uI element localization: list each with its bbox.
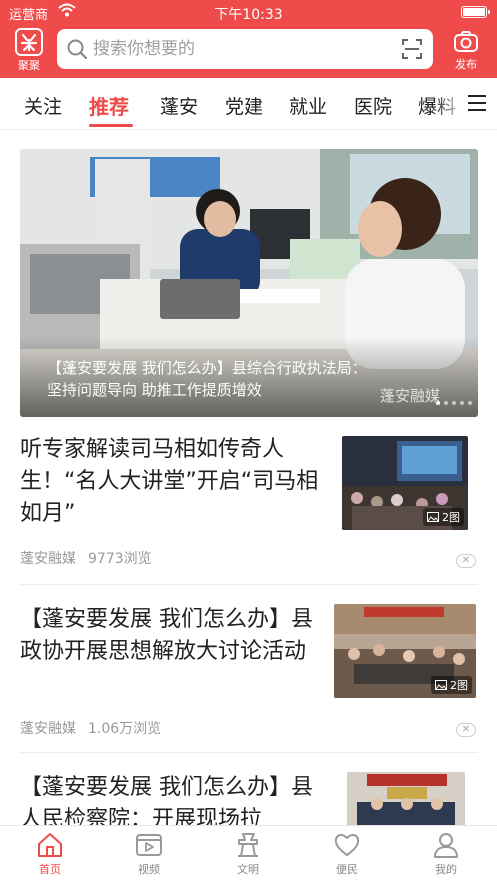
carousel-dot [444,401,448,405]
carousel-dot [452,401,456,405]
image-count: 2图 [450,679,468,692]
divider [20,752,478,753]
status-time: 下午10:33 [214,7,283,23]
category-tabs: 关注 推荐 蓬安 党建 就业 医院 爆料 [0,78,497,130]
hero-caption: 【蓬安要发展 我们怎么办】县综合行政执法局：坚持问题导向 助推工作提质增效 [47,359,367,399]
article-meta: 蓬安融媒 1.06万浏览 [20,718,161,738]
status-bar: 运营商 下午10:33 [0,0,497,24]
article-meta: 蓬安融媒 9773浏览 [20,548,152,568]
civilization-icon [238,833,258,857]
heart-icon [334,834,360,856]
dismiss-button[interactable]: ✕ [456,723,476,737]
video-icon [136,834,162,856]
article-thumbnail: 2图 [334,604,476,698]
nav-mine-label: 我的 [435,863,457,876]
nav-home[interactable]: 首页 [20,832,80,877]
nav-civilization[interactable]: 文明 [218,832,278,877]
camera-icon [454,31,478,52]
nav-mine[interactable]: 我的 [416,832,476,877]
nav-video[interactable]: 视频 [119,832,179,877]
nav-video-label: 视频 [138,863,160,876]
bottom-tab-bar: 首页 视频 文明 便民 我的 [0,825,497,883]
tabs-fade [433,78,469,128]
publish-button[interactable]: 发布 [446,30,486,72]
article-source: 蓬安融媒 [20,551,76,567]
logo-icon [15,28,43,56]
hero-watermark: 蓬安融媒 [380,387,441,405]
article-item[interactable]: 【蓬安要发展 我们怎么办】县政协开展思想解放大讨论活动 2图 蓬安融媒 1.06万… [20,604,478,744]
tab-recommend[interactable]: 推荐 [89,91,129,120]
image-count: 2图 [442,511,460,524]
article-thumbnail: 2图 [342,436,468,530]
tab-pengan[interactable]: 蓬安 [160,92,198,119]
article-views: 1.06万浏览 [88,721,162,737]
tab-hospital[interactable]: 医院 [354,92,392,119]
image-count-badge: 2图 [431,676,472,694]
procuratorate-photo-icon [347,772,465,832]
article-source: 蓬安融媒 [20,721,76,737]
article-title: 【蓬安要发展 我们怎么办】县人民检察院：开展现场拉 [20,775,313,832]
publish-label: 发布 [455,58,477,71]
article-views: 9773浏览 [88,551,152,567]
nav-civilization-label: 文明 [237,863,259,876]
home-icon [38,833,62,857]
carousel-dot [468,401,472,405]
picture-icon [427,512,439,522]
article-thumbnail [347,772,465,832]
hero-banner[interactable]: 【蓬安要发展 我们怎么办】县综合行政执法局：坚持问题导向 助推工作提质增效 蓬安… [20,149,478,417]
article-title: 听专家解读司马相如传奇人生！“名人大讲堂”开启“司马相如月” [20,437,319,526]
picture-icon [435,680,447,690]
battery-icon [461,6,490,18]
top-header: 运营商 下午10:33 聚聚 发布 [0,0,497,78]
battery-level [463,8,485,16]
menu-icon[interactable] [467,94,487,112]
search-icon [66,38,88,64]
dismiss-button[interactable]: ✕ [456,554,476,568]
carousel-dot [460,401,464,405]
logo-label: 聚聚 [18,59,40,72]
search-input[interactable] [93,37,393,61]
article-item[interactable]: 【蓬安要发展 我们怎么办】县人民检察院：开展现场拉 [20,772,478,832]
image-count-badge: 2图 [423,508,464,526]
app-screen: 运营商 下午10:33 聚聚 发布 [0,0,497,883]
tab-employment[interactable]: 就业 [289,92,327,119]
search-bar[interactable] [57,29,433,69]
tab-follow[interactable]: 关注 [24,92,62,119]
tab-party-building[interactable]: 党建 [225,92,263,119]
nav-home-label: 首页 [39,863,61,876]
nav-convenience[interactable]: 便民 [317,832,377,877]
active-tab-indicator [89,124,133,127]
scan-icon[interactable] [401,38,423,64]
carousel-dot-active [436,401,440,405]
user-icon [434,833,458,858]
nav-convenience-label: 便民 [336,863,358,876]
carousel-dots [436,401,472,405]
divider [20,584,478,585]
article-item[interactable]: 听专家解读司马相如传奇人生！“名人大讲堂”开启“司马相如月” 2图 蓬安融媒 97… [20,434,478,574]
app-logo-button[interactable]: 聚聚 [12,28,46,72]
article-title: 【蓬安要发展 我们怎么办】县政协开展思想解放大讨论活动 [20,607,313,664]
